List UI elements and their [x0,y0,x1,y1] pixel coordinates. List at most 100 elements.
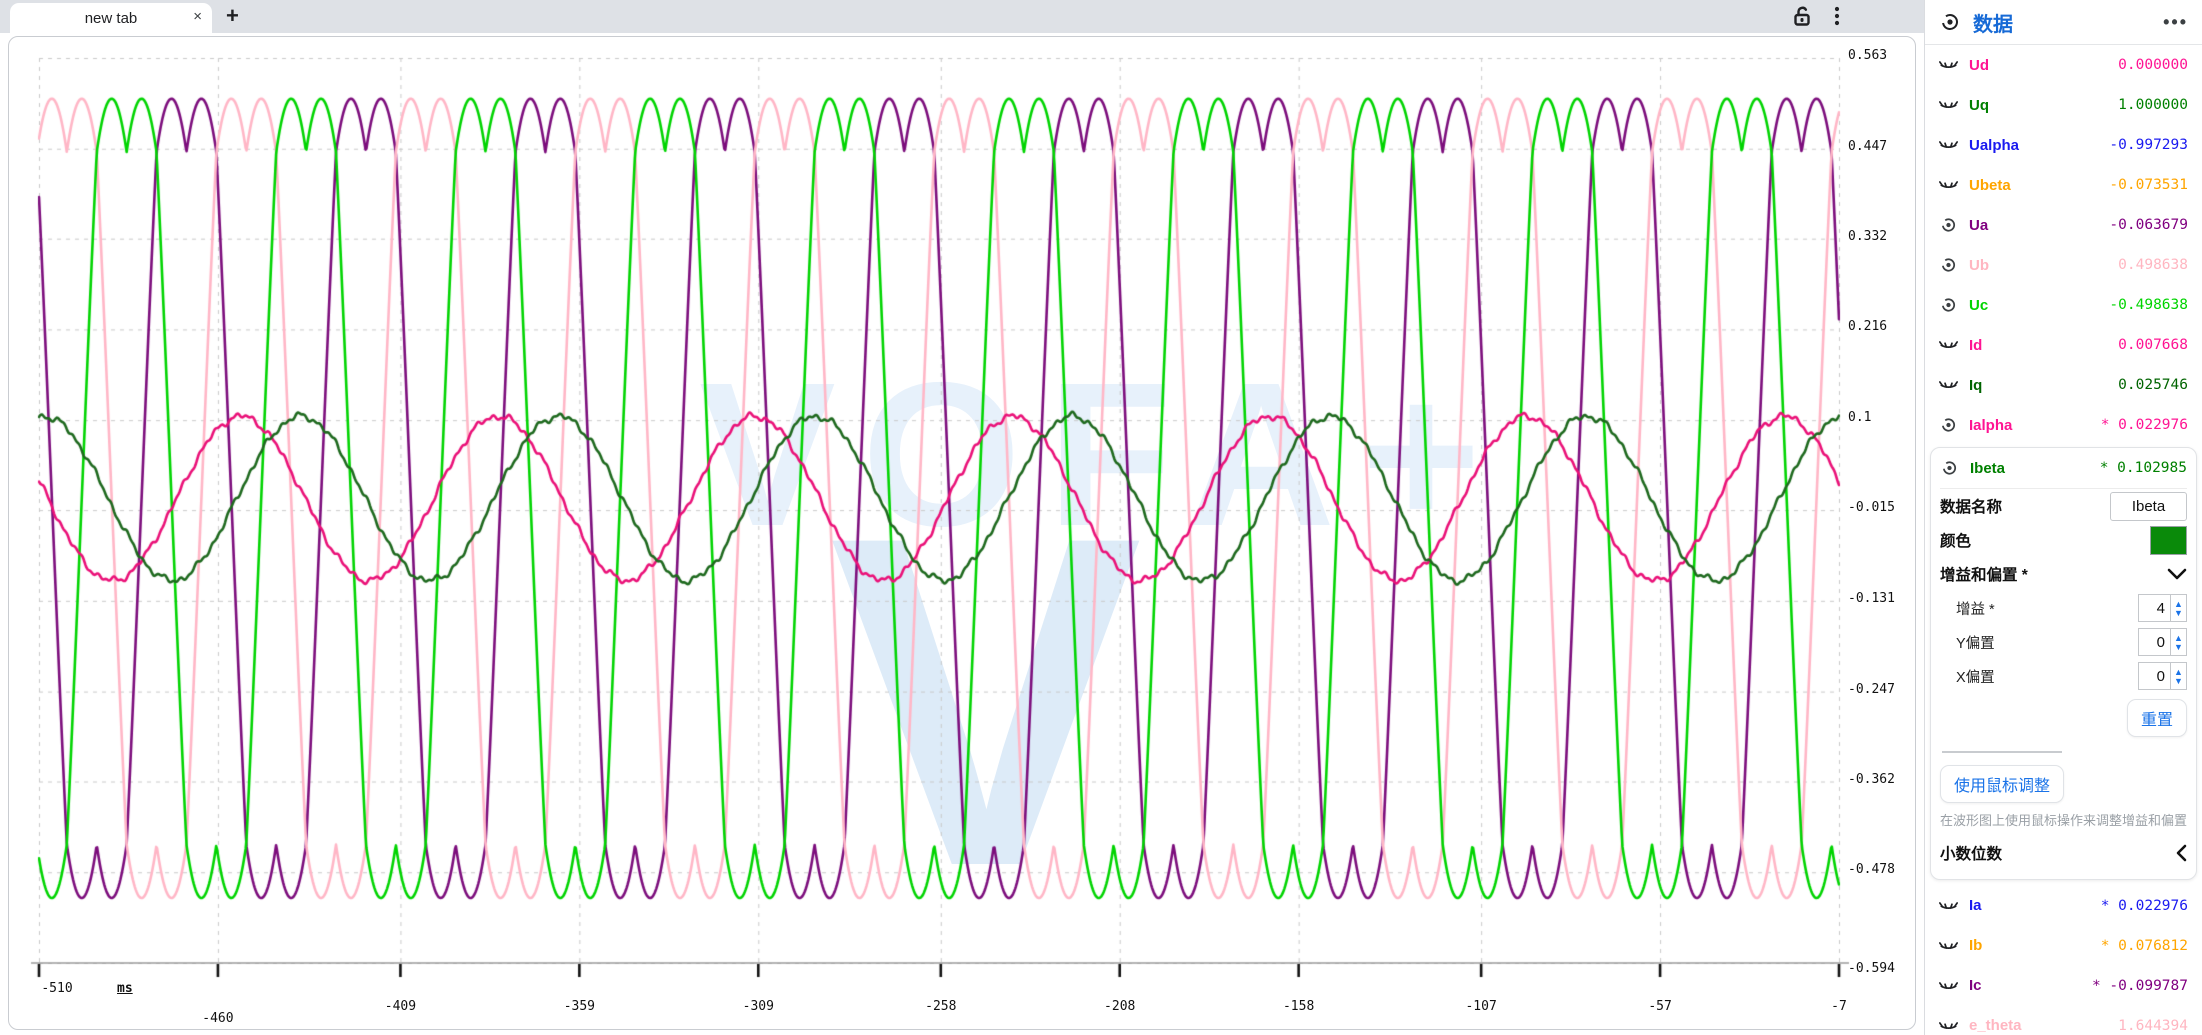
y-offset-input[interactable] [2138,628,2170,656]
channel-row-ubeta[interactable]: Ubeta-0.073531 [1925,165,2202,205]
eye-open-icon[interactable] [1939,296,1961,314]
stepper-arrows[interactable]: ▲▼ [2170,662,2187,690]
y-axis-tick-label: -0.247 [1848,682,1895,697]
channel-value: -0.997293 [2109,137,2188,153]
eye-open-icon[interactable] [1939,216,1961,234]
channel-value: * 0.076812 [2101,938,2188,954]
x-offset-stepper[interactable]: ▲▼ [2138,662,2187,690]
channel-row-ibeta[interactable]: Ibeta* 0.102985 [1940,448,2187,488]
eye-open-icon[interactable] [1939,256,1961,274]
kebab-menu-icon[interactable] [1834,5,1840,32]
channel-value: * -0.099787 [2092,978,2188,994]
x-axis-tick-label: -208 [1104,999,1135,1014]
y-offset-label: Y偏置 [1940,632,2138,653]
x-axis-tick-label: -107 [1465,999,1496,1014]
channel-name: Ibeta [1970,460,2100,477]
channel-row-uq[interactable]: Uq1.000000 [1925,85,2202,125]
eye-open-icon[interactable] [1939,416,1961,434]
channel-row-ia[interactable]: Ia* 0.022976 [1925,886,2202,926]
tab-close-icon[interactable]: × [193,8,202,26]
channel-name: Uq [1969,97,2118,114]
x-axis-tick-label: -409 [385,999,416,1014]
x-axis-tick-label: -510 [41,981,72,996]
channel-row-ud[interactable]: Ud0.000000 [1925,45,2202,85]
data-sidebar: 数据 ••• Ud0.000000Uq1.000000Ualpha-0.9972… [1924,0,2202,1035]
chevron-down-icon[interactable] [2167,568,2187,580]
channel-name: Id [1969,337,2118,354]
eye-closed-icon[interactable] [1939,176,1961,194]
channel-row-ualpha[interactable]: Ualpha-0.997293 [1925,125,2202,165]
channel-name: Ia [1969,897,2101,914]
mouse-adjust-hint: 在波形图上使用鼠标操作来调整增益和偏置 [1940,811,2187,831]
channel-value: 0.025746 [2118,377,2188,393]
gain-input[interactable] [2138,594,2170,622]
y-offset-stepper[interactable]: ▲▼ [2138,628,2187,656]
x-axis-tick-label: -309 [743,999,774,1014]
channel-row-uc[interactable]: Uc-0.498638 [1925,285,2202,325]
channel-value: 0.000000 [2118,57,2188,73]
eye-closed-icon[interactable] [1939,897,1961,915]
x-axis-tick-label: -7 [1831,999,1847,1014]
channel-row-ic[interactable]: Ic* -0.099787 [1925,966,2202,1006]
eye-closed-icon[interactable] [1939,96,1961,114]
channel-row-e_theta[interactable]: e_theta1.644394 [1925,1006,2202,1035]
mouse-adjust-button[interactable]: 使用鼠标调整 [1940,765,2064,803]
data-name-row: 数据名称 [1940,489,2187,523]
gain-row: 增益 * ▲▼ [1940,591,2187,625]
gain-stepper[interactable]: ▲▼ [2138,594,2187,622]
decimals-row[interactable]: 小数位数 [1940,837,2187,869]
channel-name: Ua [1969,217,2109,234]
color-row: 颜色 [1940,523,2187,557]
browser-tab[interactable]: new tab × [10,3,212,33]
y-axis-tick-label: 0.332 [1848,229,1887,244]
new-tab-button[interactable]: + [226,4,239,28]
sidebar-header: 数据 ••• [1925,0,2202,44]
reset-button[interactable]: 重置 [2127,699,2187,737]
waveform-chart-panel[interactable]: VOFA+ V 0.5630.4470.3320.2160.1-0.015-0.… [8,36,1916,1030]
channel-name: Ub [1969,257,2118,274]
x-axis-unit-label: ms [117,981,133,996]
eye-closed-icon[interactable] [1939,376,1961,394]
y-axis-tick-label: -0.131 [1848,591,1895,606]
eye-closed-icon[interactable] [1939,56,1961,74]
sidebar-menu-icon[interactable]: ••• [2163,12,2188,33]
channel-name: Ud [1969,57,2118,74]
eye-closed-icon[interactable] [1939,1017,1961,1035]
channel-settings-card: Ibeta* 0.102985 数据名称 颜色 增益和偏置 * 增益 * ▲▼ … [1930,447,2197,880]
stepper-arrows[interactable]: ▲▼ [2170,594,2187,622]
channel-name: Uc [1969,297,2109,314]
channel-row-iq[interactable]: Iq0.025746 [1925,365,2202,405]
y-axis-tick-label: -0.015 [1848,500,1895,515]
channel-row-ib[interactable]: Ib* 0.076812 [1925,926,2202,966]
y-offset-row: Y偏置 ▲▼ [1940,625,2187,659]
channel-value: -0.073531 [2109,177,2188,193]
eye-closed-icon[interactable] [1939,937,1961,955]
channel-value: * 0.022976 [2101,898,2188,914]
stepper-arrows[interactable]: ▲▼ [2170,628,2187,656]
channel-row-ub[interactable]: Ub0.498638 [1925,245,2202,285]
eye-closed-icon[interactable] [1939,336,1961,354]
chevron-left-icon[interactable] [2175,844,2187,862]
eye-icon [1939,12,1961,32]
color-swatch[interactable] [2150,526,2187,555]
waveform-canvas[interactable] [9,37,1916,1030]
channel-row-id[interactable]: Id0.007668 [1925,325,2202,365]
y-axis-tick-label: -0.594 [1848,961,1895,976]
x-axis-tick-label: -460 [202,1011,233,1026]
gain-label: 增益 * [1940,598,2138,619]
channel-value: 0.007668 [2118,337,2188,353]
unlock-icon[interactable] [1792,5,1812,32]
channel-name: Ubeta [1969,177,2109,194]
y-axis-tick-label: -0.478 [1848,862,1895,877]
eye-closed-icon[interactable] [1939,136,1961,154]
eye-open-icon[interactable] [1940,459,1962,477]
data-name-input[interactable] [2110,492,2187,521]
y-axis-tick-label: -0.362 [1848,772,1895,787]
eye-closed-icon[interactable] [1939,977,1961,995]
channel-row-ialpha[interactable]: Ialpha* 0.022976 [1925,405,2202,445]
channel-row-ua[interactable]: Ua-0.063679 [1925,205,2202,245]
channel-row-ibeta[interactable]: Ibeta* 0.102985 [1940,448,2187,488]
x-offset-input[interactable] [2138,662,2170,690]
data-name-label: 数据名称 [1940,495,2110,517]
gain-offset-section-row[interactable]: 增益和偏置 * [1940,557,2187,591]
